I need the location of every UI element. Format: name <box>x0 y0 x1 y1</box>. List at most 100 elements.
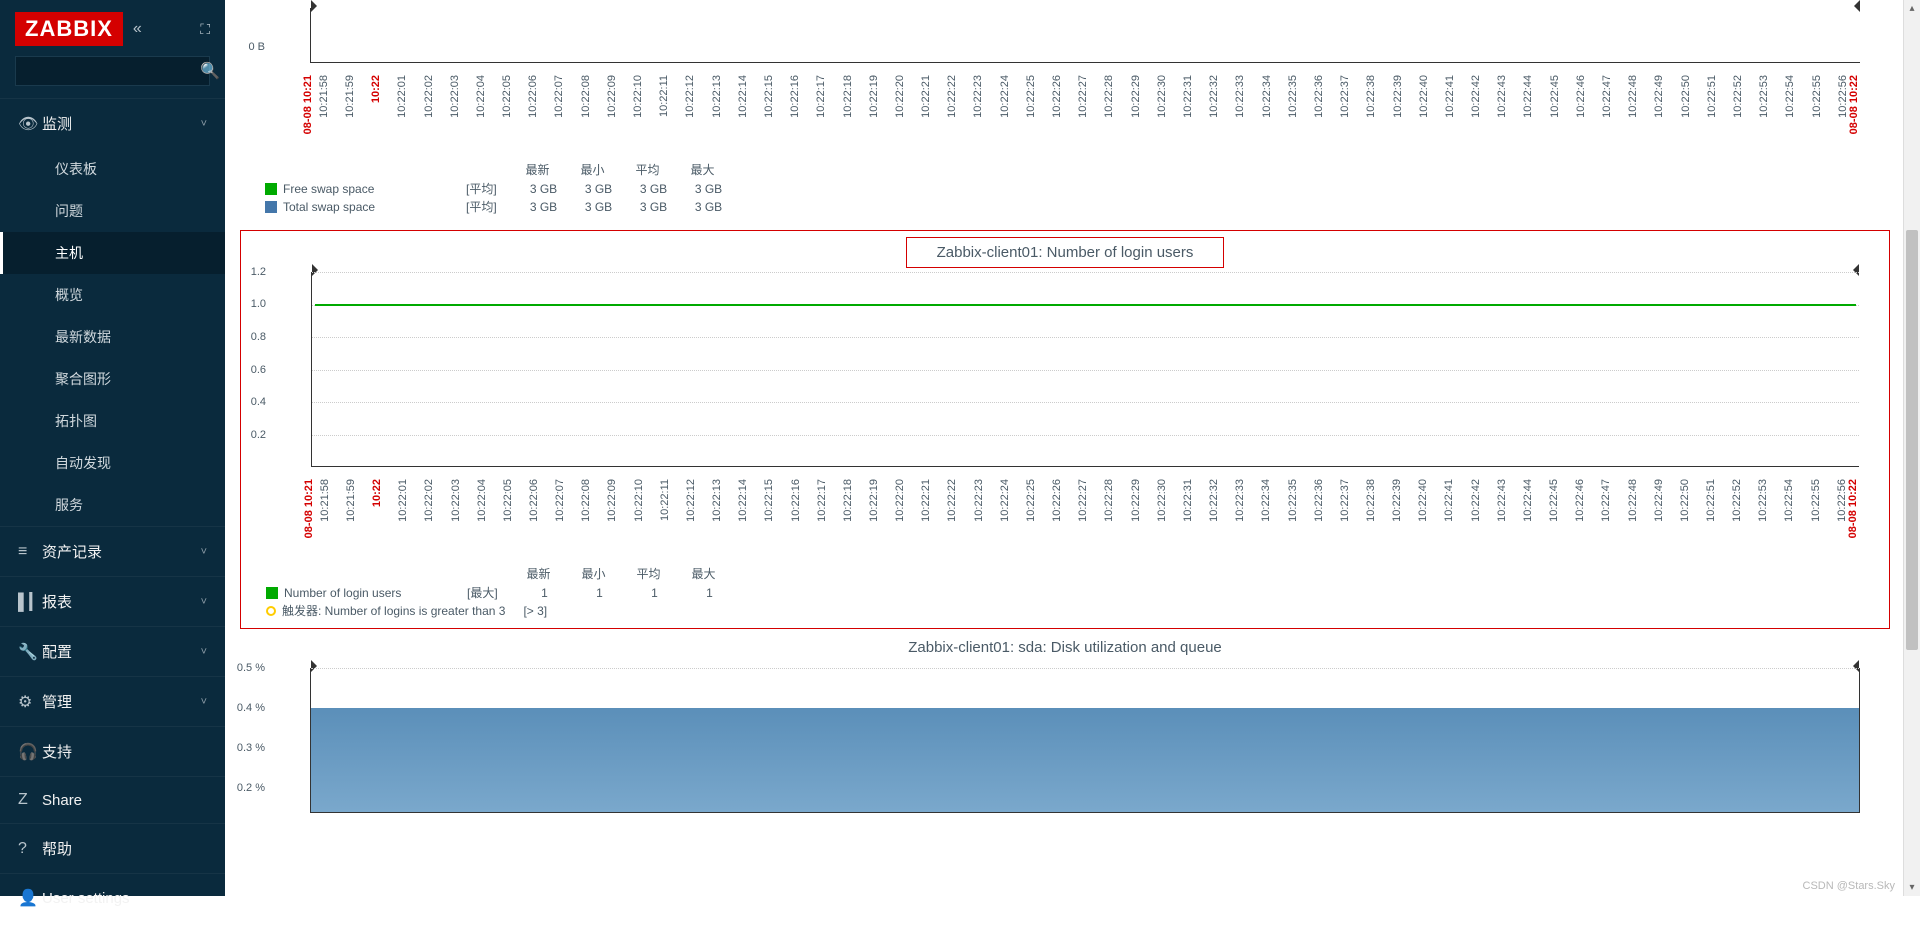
x-tick: 10:22:05 <box>501 75 513 118</box>
x-tick: 10:22:36 <box>1313 479 1325 522</box>
legend-trigger[interactable]: 触发器: Number of logins is greater than 3[… <box>266 602 1889 619</box>
x-tick: 10:22:37 <box>1339 479 1351 522</box>
x-tick: 10:22:41 <box>1443 479 1455 522</box>
x-tick: 10:22:23 <box>972 75 984 118</box>
y-tick: 0 B <box>248 41 265 53</box>
x-tick: 10:22:01 <box>397 479 409 522</box>
x-tick: 10:22:26 <box>1051 75 1063 118</box>
nav-label: 资产记录 <box>42 541 201 562</box>
nav-icon: ≡ <box>18 543 42 561</box>
sidebar: ZABBIX « ⛶ 🔍 👁监测˅仪表板问题主机概览最新数据聚合图形拓扑图自动发… <box>0 0 225 896</box>
nav-icon: 🔧 <box>18 642 42 662</box>
x-tick: 10:22:55 <box>1810 479 1822 522</box>
nav-label: 支持 <box>42 741 207 762</box>
legend-item[interactable]: Number of login users[最大]1111 <box>266 584 1889 601</box>
x-tick: 10:22:42 <box>1470 75 1482 118</box>
nav-item-最新数据[interactable]: 最新数据 <box>0 316 225 358</box>
nav-cat-1[interactable]: ≡资产记录˅ <box>0 526 225 576</box>
x-tick: 10:22:09 <box>606 75 618 118</box>
chart-title: Zabbix-client01: sda: Disk utilization a… <box>240 635 1890 660</box>
logo[interactable]: ZABBIX <box>15 12 123 46</box>
x-tick: 10:22:33 <box>1234 75 1246 118</box>
y-tick: 1.2 <box>251 266 266 278</box>
x-tick: 10:22:12 <box>684 75 696 118</box>
y-tick: 0.6 <box>251 364 266 376</box>
x-tick: 10:22:21 <box>920 479 932 522</box>
x-tick: 10:22:20 <box>894 479 906 522</box>
edit-layout-icon[interactable]: ⛶ <box>200 21 210 38</box>
x-tick-end: 08-08 10:22 <box>1848 75 1860 134</box>
nav-item-概览[interactable]: 概览 <box>0 274 225 316</box>
x-tick: 10:22:54 <box>1784 75 1796 118</box>
nav-item-主机[interactable]: 主机 <box>0 232 225 274</box>
x-tick: 10:22:14 <box>737 75 749 118</box>
x-tick: 10:22:15 <box>763 479 775 522</box>
chevron-down-icon: ˅ <box>201 596 207 608</box>
y-tick: 0.4 % <box>237 702 265 714</box>
x-tick: 10:22:51 <box>1705 479 1717 522</box>
nav-item-自动发现[interactable]: 自动发现 <box>0 442 225 484</box>
legend-item[interactable]: Total swap space[平均]3 GB3 GB3 GB3 GB <box>265 198 1890 215</box>
x-tick: 10:22:10 <box>632 75 644 118</box>
x-tick: 10:22:35 <box>1287 75 1299 118</box>
x-tick: 10:22:42 <box>1470 479 1482 522</box>
nav-icon: ⚙ <box>18 692 42 712</box>
chevron-down-icon: ˅ <box>201 646 207 658</box>
x-tick: 10:22:23 <box>973 479 985 522</box>
nav-cat-4[interactable]: ⚙管理˅ <box>0 676 225 726</box>
search-input-wrap[interactable]: 🔍 <box>15 56 210 86</box>
chevron-down-icon: ˅ <box>201 118 207 130</box>
x-tick: 10:22:55 <box>1811 75 1823 118</box>
x-tick: 10:22:47 <box>1601 75 1613 118</box>
x-tick: 10:22:13 <box>711 75 723 118</box>
x-tick: 10:22:29 <box>1130 75 1142 118</box>
x-tick: 10:22:29 <box>1130 479 1142 522</box>
x-tick: 10:22:13 <box>711 479 723 522</box>
x-tick: 10:22:49 <box>1653 479 1665 522</box>
x-tick: 10:22:43 <box>1496 75 1508 118</box>
collapse-icon[interactable]: « <box>133 20 142 38</box>
nav-item-拓扑图[interactable]: 拓扑图 <box>0 400 225 442</box>
x-tick: 10:22:41 <box>1444 75 1456 118</box>
nav-item-服务[interactable]: 服务 <box>0 484 225 526</box>
nav-icon: Z <box>18 791 42 809</box>
nav-item-聚合图形[interactable]: 聚合图形 <box>0 358 225 400</box>
x-tick: 10:22:25 <box>1025 75 1037 118</box>
nav-cat-2[interactable]: ▌▎报表˅ <box>0 576 225 626</box>
x-tick: 10:22:44 <box>1522 75 1534 118</box>
x-tick: 10:22:48 <box>1627 479 1639 522</box>
x-tick: 10:22:50 <box>1679 479 1691 522</box>
nav-cat-3[interactable]: 🔧配置˅ <box>0 626 225 676</box>
x-tick: 10:22:25 <box>1025 479 1037 522</box>
nav-bottom-0[interactable]: 🎧支持 <box>0 726 225 776</box>
nav-label: User settings <box>42 890 207 907</box>
x-tick: 10:22:03 <box>449 75 461 118</box>
nav-label: 监测 <box>42 113 201 134</box>
nav-bottom-2[interactable]: ?帮助 <box>0 823 225 873</box>
vertical-scrollbar[interactable]: ▴ ▾ <box>1903 0 1920 896</box>
x-tick: 10:22:51 <box>1706 75 1718 118</box>
x-tick: 10:21:59 <box>345 479 357 522</box>
x-tick: 10:22:31 <box>1182 75 1194 118</box>
nav-bottom-3[interactable]: 👤User settings <box>0 873 225 922</box>
x-tick: 10:22:47 <box>1600 479 1612 522</box>
watermark: CSDN @Stars.Sky <box>1803 880 1895 892</box>
x-tick: 10:22:24 <box>999 479 1011 522</box>
x-tick: 10:22:38 <box>1365 479 1377 522</box>
search-icon[interactable]: 🔍 <box>200 61 220 81</box>
x-tick: 10:22:40 <box>1418 75 1430 118</box>
nav-cat-0[interactable]: 👁监测˅ <box>0 98 225 148</box>
chevron-down-icon: ˅ <box>201 546 207 558</box>
nav-label: Share <box>42 792 207 809</box>
legend-item[interactable]: Free swap space[平均]3 GB3 GB3 GB3 GB <box>265 180 1890 197</box>
nav-item-仪表板[interactable]: 仪表板 <box>0 148 225 190</box>
nav-item-问题[interactable]: 问题 <box>0 190 225 232</box>
scrollbar-thumb[interactable] <box>1906 230 1918 650</box>
x-tick: 10:22:17 <box>815 75 827 118</box>
x-tick: 10:22:22 <box>946 75 958 118</box>
x-tick-start: 08-08 10:21 <box>302 75 314 134</box>
nav-bottom-1[interactable]: ZShare <box>0 776 225 823</box>
y-tick: 0.8 <box>251 331 266 343</box>
legend-swatch <box>265 201 277 213</box>
search-input[interactable] <box>24 64 200 79</box>
